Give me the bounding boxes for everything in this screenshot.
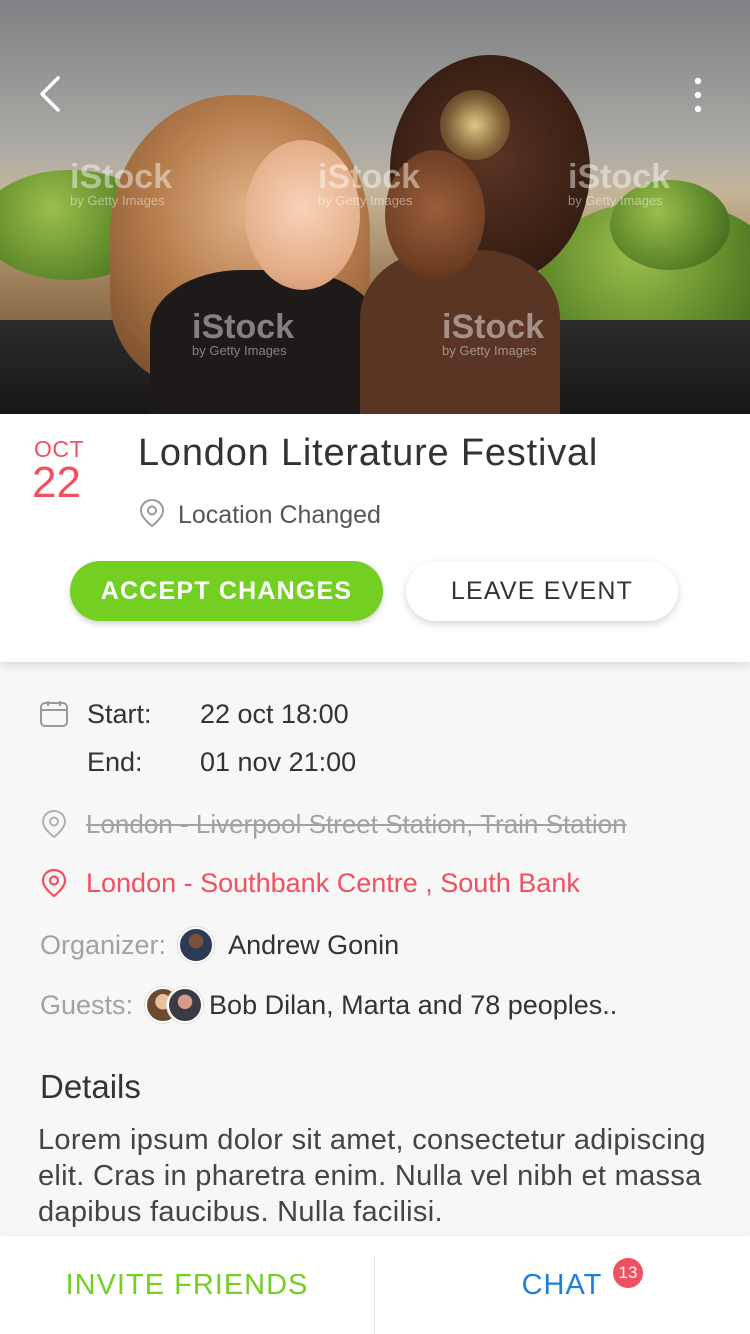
location-pin-icon [138, 498, 166, 533]
watermark: iStock by Getty Images [318, 158, 421, 208]
watermark: iStock by Getty Images [442, 308, 545, 358]
guests-row: Guests: Bob Dilan, Marta and 78 peoples.… [40, 985, 617, 1025]
guest-avatar[interactable] [167, 987, 204, 1023]
location-status: Location Changed [138, 498, 381, 533]
location-pin-icon [40, 809, 68, 839]
old-location-row: London - Liverpool Street Station, Train… [40, 806, 627, 842]
location-pin-icon [40, 868, 68, 898]
event-card: OCT 22 London Literature Festival Locati… [0, 414, 750, 662]
hero-lens-flare [440, 90, 510, 160]
organizer-row: Organizer: Andrew Gonin [40, 925, 399, 965]
start-row: Start: 22 oct 18:00 [38, 694, 349, 734]
chat-badge: 13 [613, 1258, 643, 1288]
calendar-icon [38, 698, 70, 730]
end-label: End: [87, 746, 143, 777]
old-location-text: London - Liverpool Street Station, Train… [86, 808, 627, 839]
location-status-text: Location Changed [178, 500, 381, 529]
details-body: Lorem ipsum dolor sit amet, consectetur … [38, 1124, 706, 1228]
new-location-text: London - Southbank Centre , South Bank [86, 867, 580, 898]
organizer-label: Organizer: [40, 929, 167, 960]
event-day: 22 [32, 458, 81, 507]
guests-summary[interactable]: Bob Dilan, Marta and 78 peoples.. [209, 990, 617, 1021]
watermark: iStock by Getty Images [568, 158, 671, 208]
hero-image: iStock by Getty Images iStock by Getty Ima… [0, 0, 750, 414]
watermark: iStock by Getty Images [70, 158, 173, 208]
bottom-bar: INVITE FRIENDS CHAT [0, 1236, 750, 1334]
invite-friends-button[interactable]: INVITE FRIENDS [0, 1236, 374, 1334]
watermark: iStock by Getty Images [192, 308, 295, 358]
more-icon[interactable] [676, 72, 720, 116]
end-value: 01 nov 21:00 [200, 746, 357, 777]
new-location-row[interactable]: London - Southbank Centre , South Bank [40, 865, 580, 901]
guests-label: Guests: [40, 989, 134, 1020]
event-title: London Literature Festival [138, 432, 599, 474]
back-icon[interactable] [28, 72, 72, 116]
start-value: 22 oct 18:00 [200, 698, 349, 729]
details-title: Details [40, 1068, 141, 1105]
organizer-avatar[interactable] [178, 927, 215, 963]
start-label: Start: [87, 698, 152, 729]
end-row: End: 01 nov 21:00 [87, 742, 356, 782]
chat-button[interactable]: CHAT [375, 1236, 749, 1334]
accept-changes-button[interactable]: ACCEPT CHANGES [70, 561, 383, 621]
leave-event-button[interactable]: LEAVE EVENT [406, 561, 678, 621]
organizer-name[interactable]: Andrew Gonin [228, 930, 399, 961]
